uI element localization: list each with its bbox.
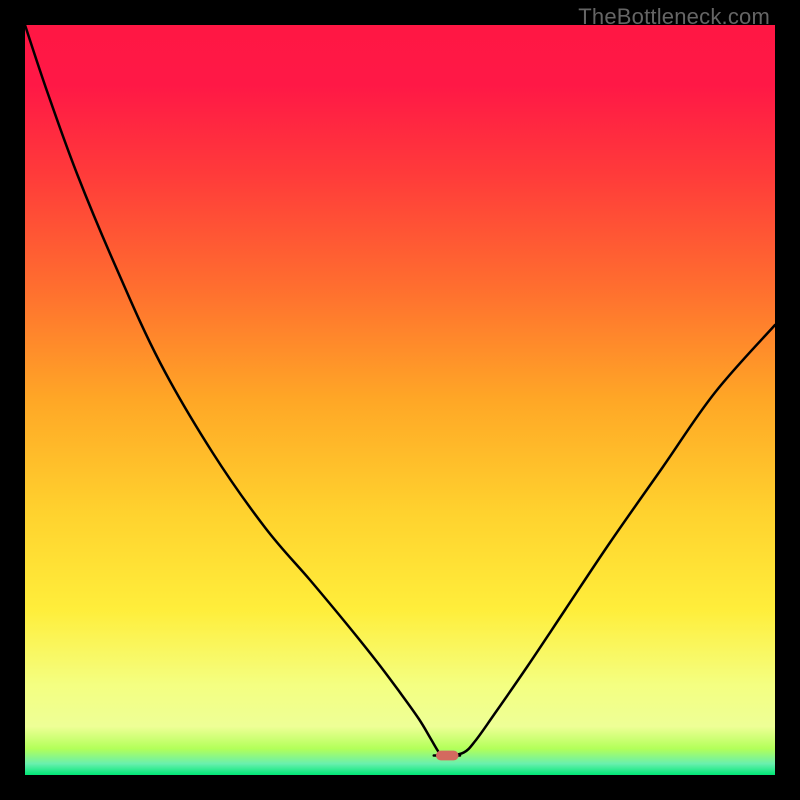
watermark-text: TheBottleneck.com [578, 4, 770, 30]
gradient-background [25, 25, 775, 775]
min-marker [436, 751, 459, 761]
chart-frame: TheBottleneck.com [0, 0, 800, 800]
chart-svg [25, 25, 775, 775]
plot-area [25, 25, 775, 775]
